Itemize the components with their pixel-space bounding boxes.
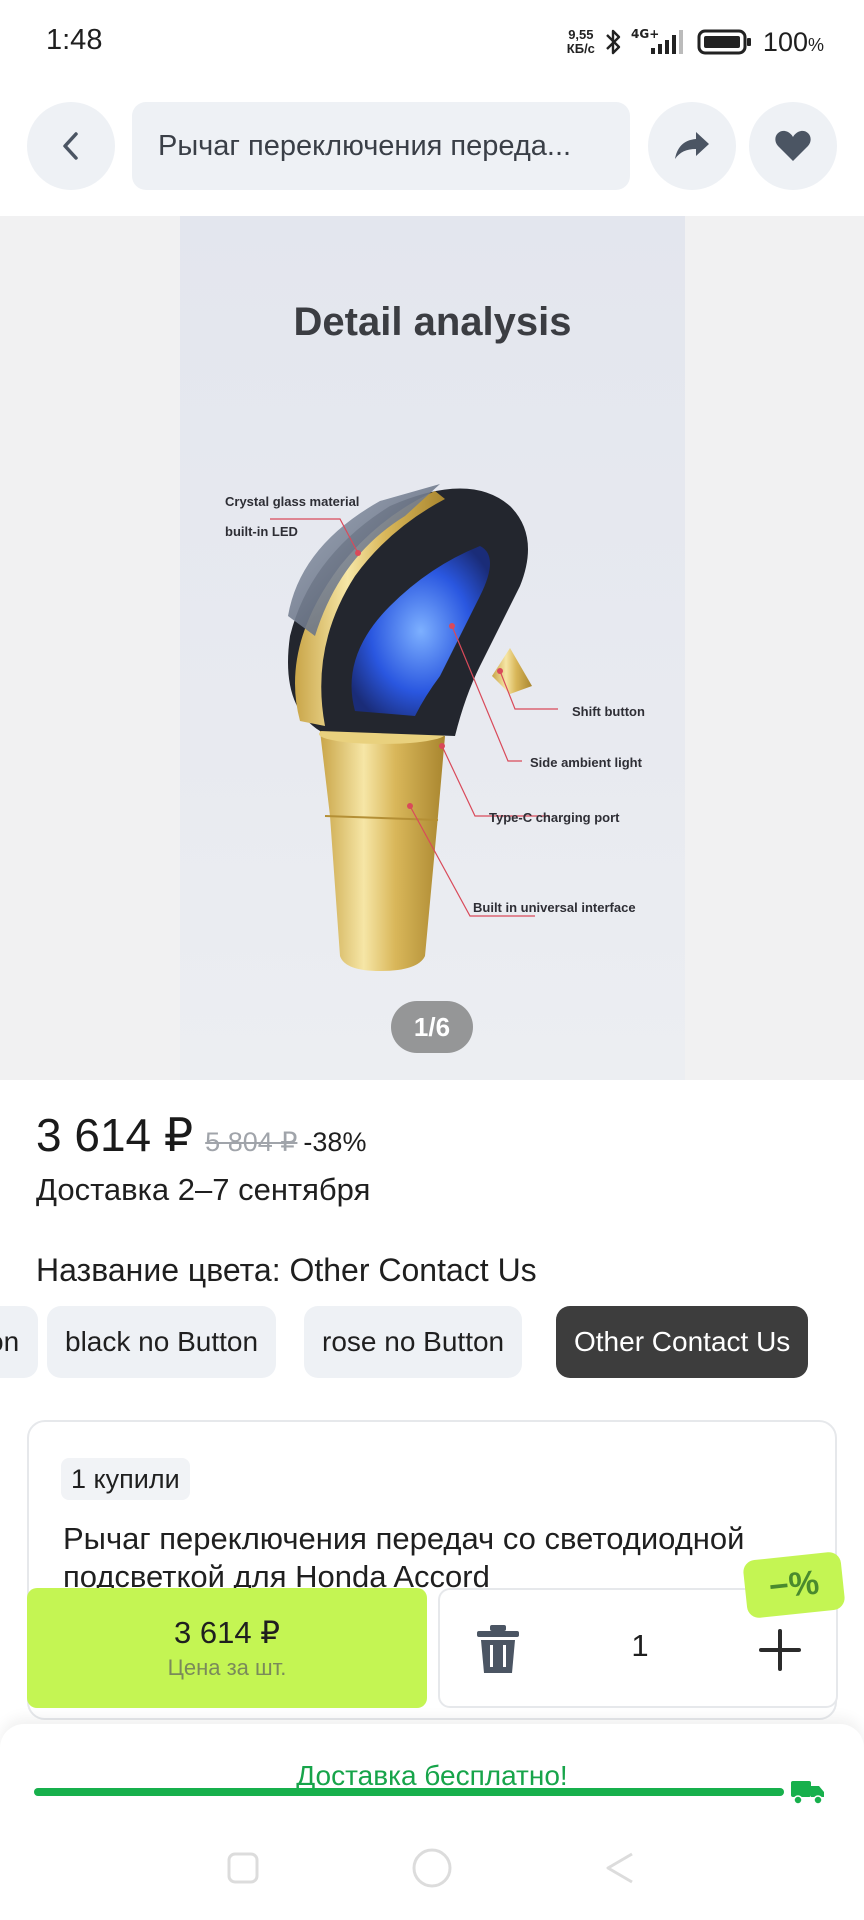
status-indicators: 9,55 КБ/с 4G+ 100% xyxy=(567,22,824,62)
discount-percent: -38% xyxy=(303,1127,367,1157)
status-bar: 1:48 9,55 КБ/с 4G+ 100% xyxy=(0,0,864,84)
trash-icon xyxy=(477,1625,519,1673)
net-speed-unit: КБ/с xyxy=(566,41,595,56)
callout-interface: Built in universal interface xyxy=(473,900,636,915)
current-price: 3 614 ₽ xyxy=(36,1109,194,1161)
chevron-left-icon xyxy=(63,132,78,160)
callout-shift-button: Shift button xyxy=(572,704,645,719)
status-time: 1:48 xyxy=(46,24,103,56)
callout-crystal-glass: Crystal glass material xyxy=(225,494,360,509)
network-type-label: 4G+ xyxy=(631,27,659,41)
remove-button[interactable] xyxy=(470,1620,526,1678)
cta-price: 3 614 ₽ xyxy=(174,1615,280,1650)
quantity-value: 1 xyxy=(631,1628,649,1663)
back-button[interactable] xyxy=(27,102,115,190)
image-page-indicator: 1/6 xyxy=(391,1001,473,1053)
callout-built-in-led: built-in LED xyxy=(225,524,298,539)
cta-price-caption: Цена за шт. xyxy=(167,1655,287,1680)
bluetooth-icon xyxy=(603,27,623,57)
old-price: 5 804 ₽ xyxy=(205,1127,298,1157)
net-speed: 9,55 КБ/с xyxy=(567,28,595,56)
search-text: Рычаг переключения переда... xyxy=(158,129,572,162)
color-option[interactable]: black no Button xyxy=(47,1306,277,1378)
color-option-selected[interactable]: Other Contact Us xyxy=(556,1306,809,1378)
home-icon[interactable] xyxy=(410,1846,454,1890)
favorite-button[interactable] xyxy=(749,102,837,190)
bought-count-badge: 1 купили xyxy=(61,1458,190,1500)
signal-icon: 4G+ xyxy=(631,26,689,58)
price-row: 3 614 ₽ 5 804 ₽ -38% xyxy=(36,1108,366,1162)
product-image[interactable]: Detail analysis Crystal glass material b… xyxy=(180,216,685,1080)
delivery-date: Доставка 2–7 сентября xyxy=(36,1172,371,1207)
delivery-progress-bar xyxy=(34,1788,784,1796)
heart-icon xyxy=(775,130,811,161)
truck-icon xyxy=(791,1781,824,1805)
increase-quantity-button[interactable] xyxy=(750,1620,810,1680)
battery-level: 100% xyxy=(762,26,824,57)
plus-icon xyxy=(759,1629,801,1671)
color-option[interactable]: rose no Button xyxy=(304,1306,523,1378)
color-option[interactable]: on xyxy=(0,1306,38,1378)
system-navigation-bar xyxy=(0,1832,864,1920)
share-button[interactable] xyxy=(648,102,736,190)
delivery-progress-fill xyxy=(34,1788,784,1796)
callout-type-c: Type-C charging port xyxy=(489,810,620,825)
callout-side-light: Side ambient light xyxy=(530,755,642,770)
gear-knob-illustration xyxy=(270,484,558,971)
add-to-cart-button[interactable]: 3 614 ₽ Цена за шт. xyxy=(27,1588,427,1708)
net-speed-value: 9,55 xyxy=(568,27,594,42)
back-nav-icon[interactable] xyxy=(602,1850,638,1886)
recent-apps-icon[interactable] xyxy=(225,1850,261,1886)
product-gallery[interactable]: Detail analysis Crystal glass material b… xyxy=(0,216,864,1080)
search-input[interactable]: Рычаг переключения переда... xyxy=(132,102,630,190)
product-title: Рычаг переключения передач со светодиодн… xyxy=(63,1521,745,1594)
top-navigation: Рычаг переключения переда... xyxy=(0,84,864,216)
share-arrow-icon xyxy=(675,132,709,159)
color-options: on black no Button rose no Button Other … xyxy=(0,1306,864,1378)
battery-icon xyxy=(697,28,753,56)
discount-promo-badge[interactable]: −% xyxy=(742,1551,846,1619)
color-name-label: Название цвета: Other Contact Us xyxy=(36,1252,537,1288)
